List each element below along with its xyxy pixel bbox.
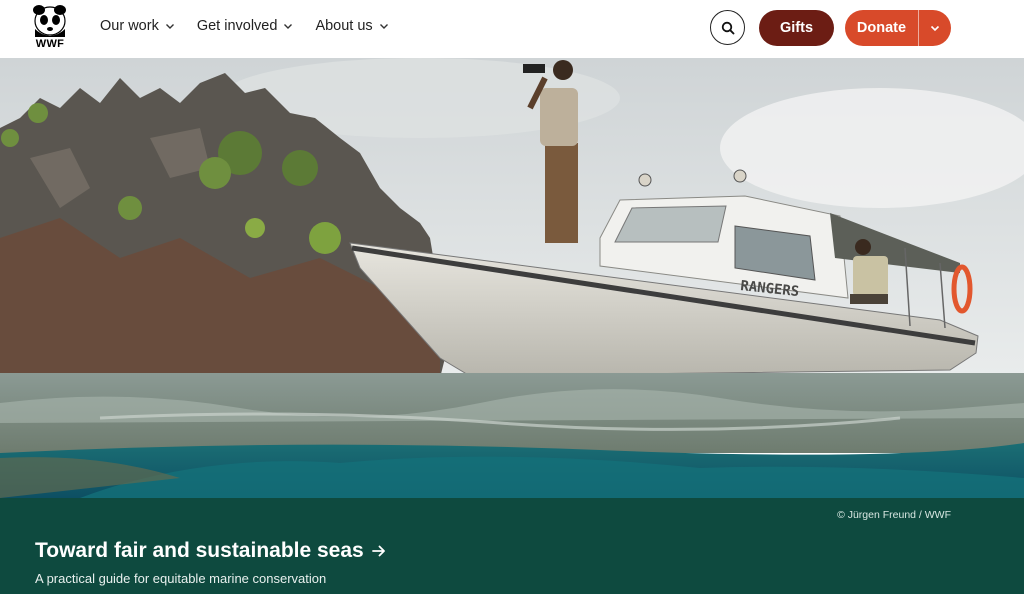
chevron-down-icon bbox=[379, 24, 388, 29]
search-button[interactable] bbox=[710, 10, 745, 45]
feature-band: © Jürgen Freund / WWF Toward fair and su… bbox=[0, 498, 1024, 594]
logo-text: WWF bbox=[35, 38, 65, 50]
panda-logo-icon bbox=[33, 5, 66, 37]
nav-get-involved[interactable]: Get involved bbox=[197, 18, 294, 34]
hero-image: RANGERS bbox=[0, 58, 1024, 498]
photo-credit: © Jürgen Freund / WWF bbox=[837, 509, 951, 521]
donate-dropdown-toggle[interactable] bbox=[919, 10, 951, 46]
search-icon bbox=[721, 21, 734, 34]
site-header: WWF Our work Get involved About us Gifts… bbox=[0, 0, 1024, 58]
feature-title: Toward fair and sustainable seas bbox=[35, 539, 364, 562]
nav-about-us-label: About us bbox=[315, 18, 373, 34]
nav-get-involved-label: Get involved bbox=[196, 18, 278, 34]
nav-our-work-label: Our work bbox=[100, 18, 159, 34]
wwf-logo[interactable]: WWF bbox=[32, 5, 68, 53]
gifts-button[interactable]: Gifts bbox=[759, 10, 834, 46]
chevron-down-icon bbox=[284, 24, 293, 29]
chevron-down-icon bbox=[930, 25, 940, 32]
nav-about-us[interactable]: About us bbox=[315, 18, 388, 34]
feature-subtitle: A practical guide for equitable marine c… bbox=[35, 571, 327, 586]
arrow-right-icon bbox=[371, 545, 385, 557]
donate-button[interactable]: Donate bbox=[845, 20, 918, 36]
donate-button-group: Donate bbox=[845, 10, 951, 46]
nav-our-work[interactable]: Our work bbox=[100, 18, 175, 34]
feature-link[interactable]: Toward fair and sustainable seas bbox=[35, 539, 386, 563]
chevron-down-icon bbox=[165, 24, 174, 29]
main-nav: Our work Get involved About us bbox=[100, 18, 389, 34]
hero-photo: RANGERS bbox=[0, 58, 1024, 498]
